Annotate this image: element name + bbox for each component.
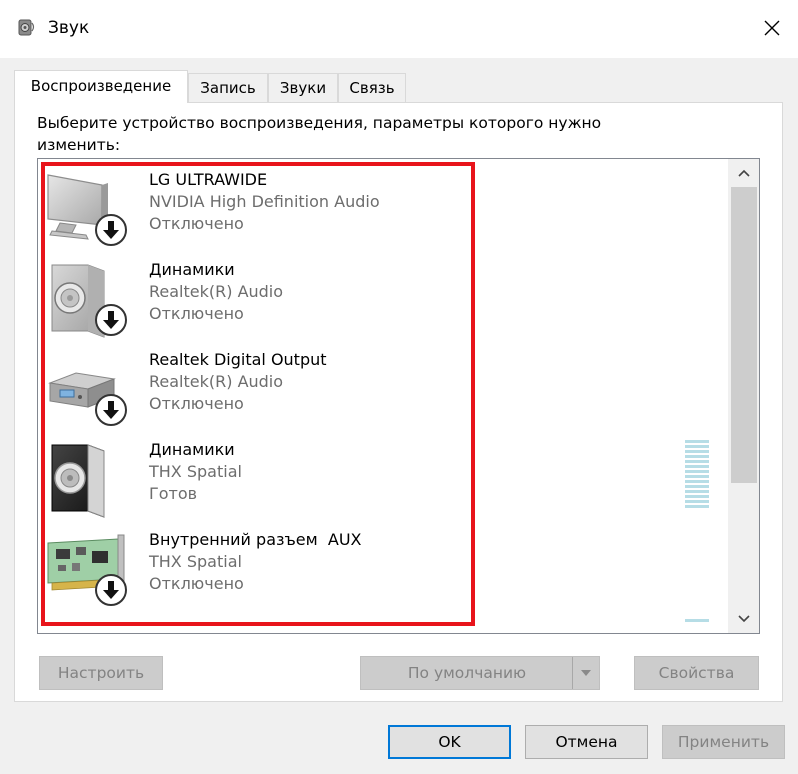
device-item[interactable]: Realtek Digital Output Realtek(R) Audio …	[46, 349, 466, 439]
device-status: Отключено	[149, 214, 244, 233]
window-title: Звук	[48, 18, 90, 38]
device-item[interactable]: Внутренний разъем AUX THX Spatial Отключ…	[46, 529, 466, 619]
cancel-button[interactable]: Отмена	[525, 725, 648, 759]
device-status: Готов	[149, 484, 198, 503]
device-name: Realtek Digital Output	[149, 350, 327, 369]
device-driver: NVIDIA High Definition Audio	[149, 192, 380, 211]
sound-dialog: Звук Воспроизведение Запись Звуки Связь …	[0, 0, 798, 774]
device-item[interactable]: Динамики THX Spatial Готов	[46, 439, 466, 529]
apply-button[interactable]: Применить	[662, 725, 785, 759]
title-bar: Звук	[0, 0, 798, 58]
device-driver: Realtek(R) Audio	[149, 282, 284, 301]
set-default-label: По умолчанию	[407, 664, 527, 682]
tab-playback[interactable]: Воспроизведение	[14, 70, 188, 103]
scroll-down-button[interactable]	[728, 605, 759, 633]
set-default-button[interactable]: По умолчанию	[360, 656, 600, 690]
scroll-thumb[interactable]	[731, 187, 757, 483]
speaker-icon	[18, 19, 35, 36]
instructions-line-2: изменить:	[37, 136, 121, 154]
volume-level-meter	[685, 619, 709, 622]
chevron-down-icon	[738, 615, 750, 623]
device-status: Отключено	[149, 304, 244, 323]
instructions-line-1: Выберите устройство воспроизведения, пар…	[37, 114, 602, 132]
volume-level-meter	[685, 440, 709, 508]
device-name: Внутренний разъем AUX	[149, 530, 362, 549]
device-status: Отключено	[149, 394, 244, 413]
properties-button[interactable]: Свойства	[634, 656, 759, 690]
disabled-arrow-icon	[95, 574, 127, 606]
device-list-scrollbar[interactable]	[728, 159, 759, 633]
device-driver: THX Spatial	[149, 462, 242, 481]
playback-panel: Выберите устройство воспроизведения, пар…	[14, 102, 783, 702]
device-name: Динамики	[149, 260, 235, 279]
tab-sounds[interactable]: Звуки	[268, 73, 338, 102]
ok-button[interactable]: OK	[388, 725, 511, 759]
tab-recording[interactable]: Запись	[188, 73, 268, 102]
close-button[interactable]	[752, 10, 792, 46]
device-driver: Realtek(R) Audio	[149, 372, 284, 391]
chevron-down-icon	[581, 670, 591, 676]
device-name: Динамики	[149, 440, 235, 459]
device-name: LG ULTRAWIDE	[149, 170, 268, 189]
disabled-arrow-icon	[95, 394, 127, 426]
close-icon	[764, 20, 780, 36]
disabled-arrow-icon	[95, 214, 127, 246]
configure-button[interactable]: Настроить	[39, 656, 163, 690]
device-item[interactable]: Динамики Realtek(R) Audio Отключено	[46, 259, 466, 349]
device-driver: THX Spatial	[149, 552, 242, 571]
chevron-up-icon	[738, 169, 750, 177]
device-status: Отключено	[149, 574, 244, 593]
tab-communications[interactable]: Связь	[338, 73, 406, 102]
scroll-up-button[interactable]	[728, 159, 759, 187]
set-default-dropdown[interactable]	[572, 657, 599, 689]
instructions-text: Выберите устройство воспроизведения, пар…	[37, 112, 737, 156]
device-list[interactable]: LG ULTRAWIDE NVIDIA High Definition Audi…	[37, 158, 760, 634]
speaker-device-icon	[51, 444, 105, 518]
device-item[interactable]: LG ULTRAWIDE NVIDIA High Definition Audi…	[46, 169, 466, 259]
disabled-arrow-icon	[95, 304, 127, 336]
